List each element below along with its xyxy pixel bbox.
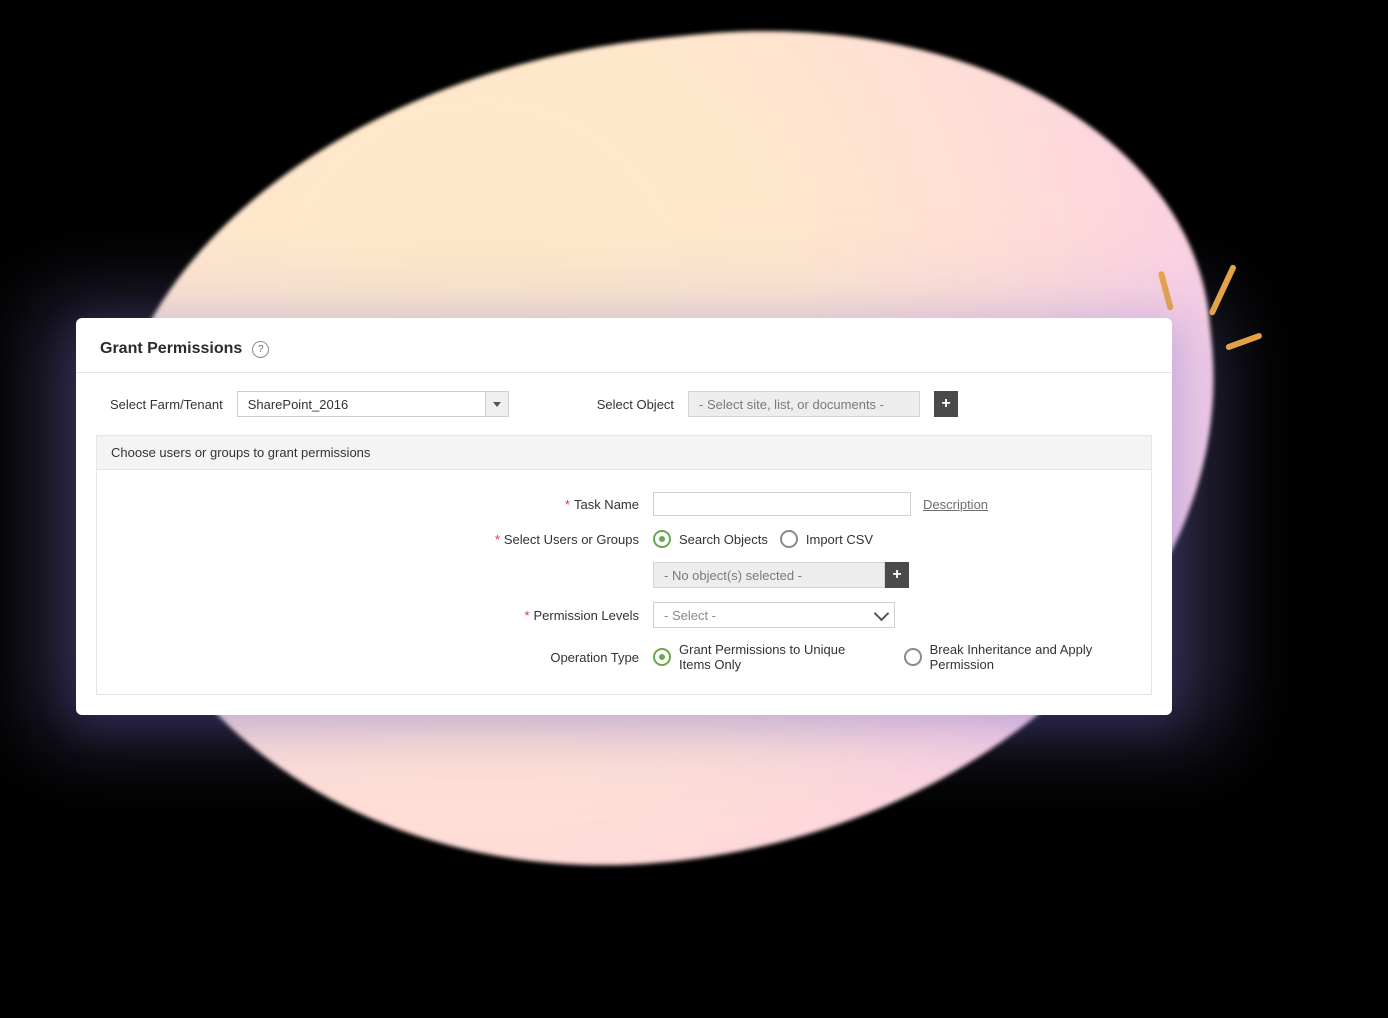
- radio-import-label: Import CSV: [806, 532, 873, 547]
- radio-grant-unique[interactable]: Grant Permissions to Unique Items Only: [653, 642, 880, 672]
- plus-icon: +: [892, 567, 901, 583]
- permission-levels-placeholder: - Select -: [654, 608, 868, 623]
- operation-type-label: Operation Type: [550, 650, 639, 665]
- grant-permissions-panel: Grant Permissions ? Select Farm/Tenant S…: [76, 318, 1172, 715]
- description-link[interactable]: Description: [923, 497, 988, 512]
- select-object-field[interactable]: - Select site, list, or documents -: [688, 391, 920, 417]
- panel-header: Grant Permissions ?: [76, 318, 1172, 373]
- required-mark: *: [495, 532, 500, 547]
- users-groups-label: Select Users or Groups: [504, 532, 639, 547]
- required-mark: *: [524, 608, 529, 623]
- plus-icon: +: [941, 396, 950, 412]
- select-object-label: Select Object: [597, 397, 674, 412]
- farm-tenant-value: SharePoint_2016: [238, 397, 485, 412]
- chevron-down-icon: [868, 611, 894, 619]
- farm-tenant-select[interactable]: SharePoint_2016: [237, 391, 509, 417]
- objects-selected-row: - No object(s) selected - +: [119, 562, 1129, 588]
- radio-break-label: Break Inheritance and Apply Permission: [930, 642, 1129, 672]
- add-object-button[interactable]: +: [934, 391, 958, 417]
- task-name-input[interactable]: [653, 492, 911, 516]
- top-selector-row: Select Farm/Tenant SharePoint_2016 Selec…: [76, 373, 1172, 435]
- select-object-placeholder: - Select site, list, or documents -: [699, 397, 884, 412]
- form-section-heading: Choose users or groups to grant permissi…: [97, 436, 1151, 470]
- form-section: Choose users or groups to grant permissi…: [96, 435, 1152, 695]
- radio-grant-label: Grant Permissions to Unique Items Only: [679, 642, 880, 672]
- operation-type-row: Operation Type Grant Permissions to Uniq…: [119, 642, 1129, 672]
- permission-levels-label: Permission Levels: [534, 608, 640, 623]
- chevron-down-icon: [485, 392, 508, 416]
- permission-levels-row: * Permission Levels - Select -: [119, 602, 1129, 628]
- radio-search-objects[interactable]: Search Objects: [653, 530, 768, 548]
- radio-search-label: Search Objects: [679, 532, 768, 547]
- radio-off-icon: [780, 530, 798, 548]
- objects-selected-placeholder: - No object(s) selected -: [664, 568, 802, 583]
- add-users-button[interactable]: +: [885, 562, 909, 588]
- task-name-row: * Task Name Description: [119, 492, 1129, 516]
- required-mark: *: [565, 497, 570, 512]
- help-icon[interactable]: ?: [252, 341, 269, 358]
- objects-selected-field[interactable]: - No object(s) selected -: [653, 562, 885, 588]
- panel-title: Grant Permissions: [100, 340, 242, 358]
- radio-off-icon: [904, 648, 922, 666]
- radio-on-icon: [653, 648, 671, 666]
- task-name-label: Task Name: [574, 497, 639, 512]
- radio-import-csv[interactable]: Import CSV: [780, 530, 873, 548]
- radio-break-inheritance[interactable]: Break Inheritance and Apply Permission: [904, 642, 1129, 672]
- radio-on-icon: [653, 530, 671, 548]
- users-groups-row: * Select Users or Groups Search Objects I…: [119, 530, 1129, 548]
- farm-tenant-label: Select Farm/Tenant: [110, 397, 223, 412]
- permission-levels-select[interactable]: - Select -: [653, 602, 895, 628]
